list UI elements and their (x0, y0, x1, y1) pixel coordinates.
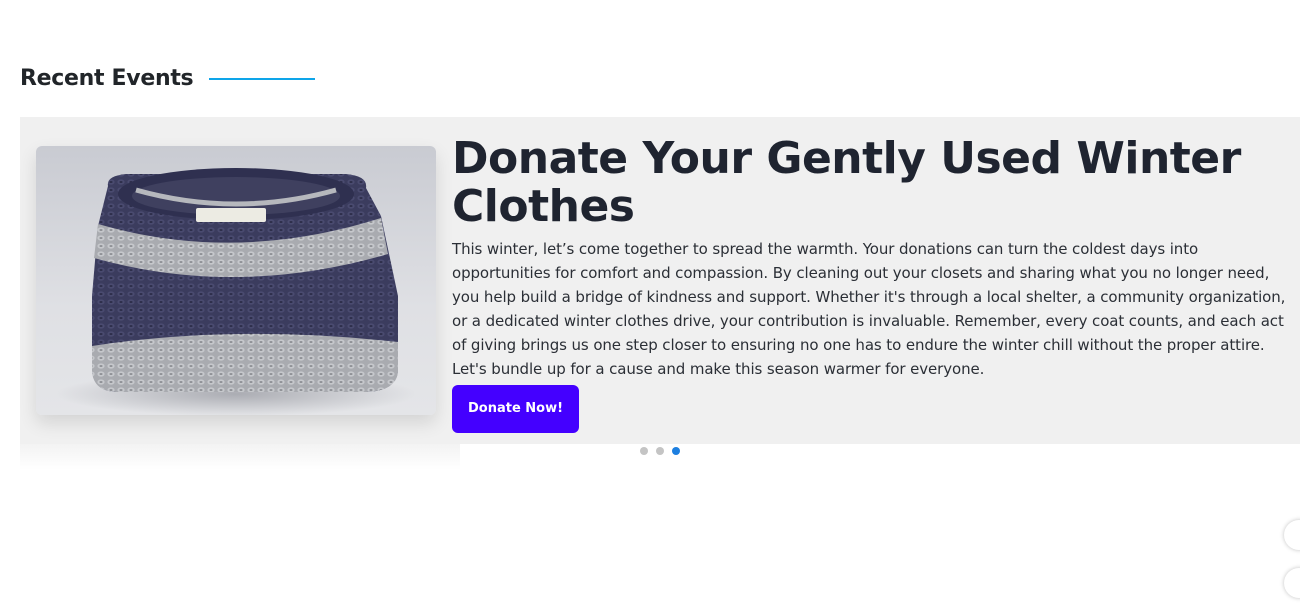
carousel-dot-1[interactable] (640, 447, 648, 455)
event-image (36, 146, 436, 415)
floating-widget-button[interactable] (1284, 520, 1300, 550)
carousel-dot-3[interactable] (672, 447, 680, 455)
event-title: Donate Your Gently Used Winter Clothes (452, 133, 1241, 232)
title-underline (209, 77, 316, 80)
section-header: Recent Events (20, 66, 316, 91)
event-content: Donate Your Gently Used Winter Clothes T… (452, 135, 1288, 433)
carousel-dot-2[interactable] (656, 447, 664, 455)
sweater-image (56, 168, 416, 415)
floating-widget-button-2[interactable] (1284, 568, 1300, 598)
event-description: This winter, let’s come together to spre… (452, 240, 1286, 378)
donate-now-button[interactable]: Donate Now! (452, 385, 580, 433)
event-slide: Donate Your Gently Used Winter Clothes T… (20, 117, 1300, 444)
carousel-indicators (640, 447, 680, 455)
section-title: Recent Events (20, 66, 194, 91)
